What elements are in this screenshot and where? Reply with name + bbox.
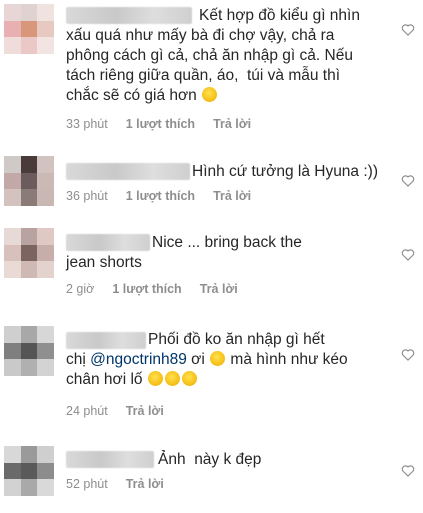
avatar[interactable]: [4, 156, 54, 206]
avatar[interactable]: [4, 326, 54, 376]
comment-5: Ảnh này k đẹp 52 phút Trả lời: [0, 440, 423, 513]
emoji-icon: [181, 371, 197, 386]
heart-outline-icon[interactable]: [401, 248, 415, 261]
avatar-pixel: [4, 20, 21, 38]
comment-text: Phối đồ ko ăn nhập gì hết chị @ngoctrinh…: [66, 331, 348, 388]
comment-text: Ảnh này k đẹp: [158, 451, 262, 468]
avatar-pixel: [37, 37, 54, 54]
avatar-pixel: [4, 189, 21, 206]
comment-1: Kết hợp đồ kiểu gì nhìn xấu quá như mấy …: [0, 0, 423, 150]
avatar-pixel: [4, 342, 21, 360]
avatar-pixel: [37, 244, 54, 262]
timestamp: 36 phút: [66, 189, 108, 203]
avatar-pixel: [37, 359, 54, 376]
comment-2: Hình cứ tưởng là Hyuna :)) 36 phút 1 lượ…: [0, 150, 423, 210]
emoji-icon: [147, 371, 163, 386]
likes-count[interactable]: 1 lượt thích: [126, 117, 195, 131]
avatar-pixel: [4, 156, 21, 173]
comment-4: Phối đồ ko ăn nhập gì hết chị @ngoctrinh…: [0, 320, 423, 425]
timestamp: 33 phút: [66, 117, 108, 131]
timestamp: 52 phút: [66, 477, 108, 491]
avatar-pixel: [20, 189, 38, 206]
avatar-pixel: [37, 479, 54, 496]
avatar-pixel: [4, 462, 21, 480]
avatar-pixel: [4, 228, 21, 245]
heart-outline-icon[interactable]: [401, 174, 415, 187]
avatar-pixel: [4, 4, 21, 21]
mention-link[interactable]: @ngoctrinh89: [90, 351, 187, 368]
heart-outline-icon[interactable]: [401, 348, 415, 361]
timestamp: 2 giờ: [66, 282, 95, 296]
avatar[interactable]: [4, 228, 54, 278]
reply-button[interactable]: Trả lời: [200, 282, 238, 296]
avatar-pixel: [4, 326, 21, 343]
avatar-pixel: [37, 20, 54, 38]
comment-meta: 2 giờ 1 lượt thích Trả lời: [66, 282, 238, 296]
avatar-pixel: [4, 172, 21, 190]
emoji-icon: [202, 87, 218, 102]
comment-meta: 24 phút Trả lời: [66, 404, 164, 418]
avatar-pixel: [4, 479, 21, 496]
avatar-pixel: [37, 189, 54, 206]
avatar-pixel: [20, 20, 38, 38]
avatar-pixel: [20, 261, 38, 278]
emoji-icon: [164, 371, 180, 386]
avatar-pixel: [4, 37, 21, 54]
reply-button[interactable]: Trả lời: [213, 117, 251, 131]
heart-outline-icon[interactable]: [401, 23, 415, 36]
reply-button[interactable]: Trả lời: [126, 477, 164, 491]
likes-count[interactable]: 1 lượt thích: [126, 189, 195, 203]
comment-text: Kết hợp đồ kiểu gì nhìn xấu quá như mấy …: [66, 7, 360, 104]
reply-button[interactable]: Trả lời: [126, 404, 164, 418]
avatar-pixel: [37, 342, 54, 360]
username-blurred[interactable]: [66, 451, 154, 468]
comment-meta: 36 phút 1 lượt thích Trả lời: [66, 189, 251, 203]
avatar-pixel: [20, 4, 38, 21]
avatar-pixel: [20, 479, 38, 496]
avatar-pixel: [37, 4, 54, 21]
avatar-pixel: [20, 228, 38, 245]
avatar[interactable]: [4, 446, 54, 496]
avatar-pixel: [20, 342, 38, 360]
avatar-pixel: [37, 261, 54, 278]
heart-outline-icon[interactable]: [401, 464, 415, 477]
reply-button[interactable]: Trả lời: [213, 189, 251, 203]
avatar-pixel: [20, 326, 38, 343]
emoji-icon: [210, 351, 226, 366]
avatar-pixel: [4, 446, 21, 463]
comment-meta: 52 phút Trả lời: [66, 477, 164, 491]
avatar-pixel: [20, 37, 38, 54]
likes-count[interactable]: 1 lượt thích: [112, 282, 181, 296]
comment-3: Nice ... bring back the jean shorts 2 gi…: [0, 222, 423, 302]
avatar-pixel: [37, 172, 54, 190]
avatar-pixel: [20, 462, 38, 480]
avatar[interactable]: [4, 4, 54, 54]
comment-meta: 33 phút 1 lượt thích Trả lời: [66, 117, 251, 131]
comment-text: Hình cứ tưởng là Hyuna :)): [192, 163, 378, 180]
username-blurred[interactable]: [66, 163, 190, 180]
avatar-pixel: [20, 446, 38, 463]
avatar-pixel: [37, 326, 54, 343]
avatar-pixel: [4, 261, 21, 278]
avatar-pixel: [20, 359, 38, 376]
avatar-pixel: [37, 446, 54, 463]
comment-text: Nice ... bring back the jean shorts: [66, 234, 302, 271]
avatar-pixel: [20, 156, 38, 173]
avatar-pixel: [4, 244, 21, 262]
avatar-pixel: [20, 172, 38, 190]
avatar-pixel: [37, 462, 54, 480]
avatar-pixel: [37, 228, 54, 245]
avatar-pixel: [4, 359, 21, 376]
timestamp: 24 phút: [66, 404, 108, 418]
avatar-pixel: [20, 244, 38, 262]
avatar-pixel: [37, 156, 54, 173]
